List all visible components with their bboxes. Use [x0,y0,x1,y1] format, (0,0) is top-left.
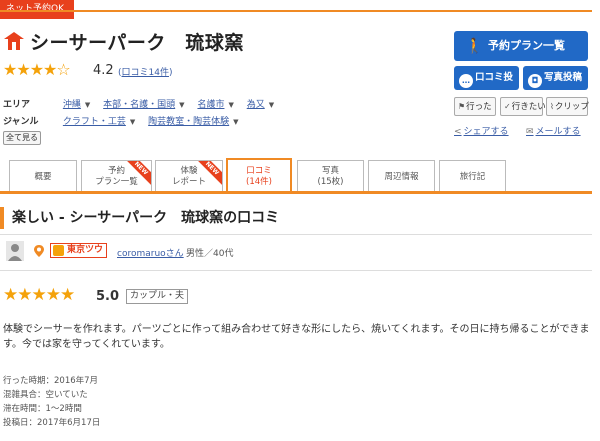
area-row: エリア 沖縄 ▼ 本部・名護・国頭 ▼ 名護市 ▼ 為又 ▼ [3,97,284,110]
plan-list-button[interactable]: 🚶 予約プラン一覧 [454,31,588,61]
area-link-okinawa[interactable]: 沖縄 [63,100,81,110]
user-name-link[interactable]: coromaruoさん [117,246,184,259]
review-count-close: ) [168,68,173,78]
photo-post-button[interactable]: ◘ 写真投稿 [523,66,588,90]
region-badge-label: 東京ツウ [67,245,104,255]
stay-duration: 滞在時間：1～2時間 [3,404,82,414]
chevron-down-icon[interactable]: ▼ [269,101,274,109]
tab-reviews[interactable]: 口コミ (14件) [226,158,292,194]
show-all-button[interactable]: 全て見る [3,131,41,145]
clip-button[interactable]: ⌇クリップ [546,97,589,116]
chevron-down-icon[interactable]: ▼ [179,101,184,109]
visit-period: 行った時期：2016年7月 [3,376,99,386]
divider [0,234,592,235]
review-count: (口コミ14件) [118,65,172,78]
mail-label: メールする [535,127,581,137]
tab-photos[interactable]: 写真 (15枚) [297,160,364,193]
chevron-down-icon[interactable]: ▼ [85,101,90,109]
went-label: 行った [466,102,492,112]
divider [0,270,592,271]
review-meta-list: 行った時期：2016年7月 混雑具合：空いていた 滞在時間：1～2時間 投稿日：… [3,374,100,430]
header-accent-line [0,10,592,12]
area-link-motobu[interactable]: 本部・名護・国頭 [103,100,175,110]
tab-label-sub: (15枚) [317,177,344,187]
review-section-title: 楽しい - シーサーパーク 琉球窯の口コミ [0,207,279,229]
review-score: 5.0 [96,289,120,304]
companion-tag: カップル・夫 [126,289,189,304]
chevron-down-icon[interactable]: ▼ [233,118,238,126]
genre-row: ジャンル クラフト・工芸 ▼ 陶芸教室・陶芸体験 ▼ [3,114,249,127]
camera-icon: ◘ [528,74,542,88]
genre-link-pottery[interactable]: 陶芸教室・陶芸体験 [148,117,229,127]
user-avatar-icon[interactable] [6,241,24,261]
tab-travelogue[interactable]: 旅行記 [439,160,506,193]
paperclip-icon: ⌇ [550,102,554,111]
review-count-link[interactable]: 口コミ14件 [122,68,169,78]
region-badge: 東京ツウ [50,243,108,258]
crowd-level: 混雑具合：空いていた [3,390,88,400]
plan-list-label: 予約プラン一覧 [488,39,565,52]
tab-nearby[interactable]: 周辺情報 [368,160,435,193]
tab-label: 写真 [321,166,339,176]
rating-stars: ★★★★☆ [3,60,71,79]
check-icon: ✓ [504,102,511,111]
tab-label-sub: レポート [171,177,206,187]
genre-link-craft[interactable]: クラフト・工芸 [63,117,126,127]
tab-label: 概要 [34,171,52,182]
user-meta: 男性／40代 [186,249,234,259]
review-stars: ★★★★★ [3,285,75,305]
share-link[interactable]: < シェアする [454,124,509,137]
tab-label-sub: (14件) [246,177,272,187]
post-date: 投稿日：2017年6月17日 [3,418,101,428]
went-button[interactable]: ⚑行った [454,97,496,116]
area-label: エリア [3,100,31,110]
flag-icon: ⚑ [458,102,466,111]
area-link-imata[interactable]: 為又 [247,100,265,110]
tab-label: 口コミ [246,166,272,176]
share-icon: < [454,127,462,137]
chevron-down-icon[interactable]: ▼ [228,101,233,109]
person-walking-icon: 🚶 [465,37,484,55]
area-link-nago[interactable]: 名護市 [197,100,224,110]
pagoda-icon [4,32,24,50]
review-body: 体験でシーサーを作れます。パーツごとに作って組み合わせて好きな形にしたら、焼いて… [3,324,590,350]
mail-icon: ✉ [526,127,534,137]
photo-post-label: 写真投稿 [544,72,583,83]
tab-overview[interactable]: 概要 [9,160,77,193]
page-title: シーサーパーク 琉球窯 [30,32,244,54]
region-badge-icon [53,245,64,256]
tab-plans[interactable]: 予約 プラン一覧 NEW [81,160,152,193]
review-post-button[interactable]: …口コミ投稿 [454,66,519,107]
tab-label: 周辺情報 [384,171,419,182]
genre-label: ジャンル [3,117,39,127]
tab-label: 旅行記 [459,171,486,182]
chevron-down-icon[interactable]: ▼ [130,118,135,126]
map-pin-icon [34,245,44,257]
want-button[interactable]: ✓行きたい [500,97,546,116]
speech-bubble-icon: … [459,74,473,88]
tab-report[interactable]: 体験 レポート NEW [155,160,223,193]
tabs-underline [0,191,592,194]
clip-label: クリップ [554,102,589,112]
want-label: 行きたい [511,102,546,112]
rating-value: 4.2 [93,63,114,78]
mail-link[interactable]: ✉ メールする [526,124,581,137]
tab-label-sub: プラン一覧 [95,177,138,187]
share-label: シェアする [463,127,509,137]
